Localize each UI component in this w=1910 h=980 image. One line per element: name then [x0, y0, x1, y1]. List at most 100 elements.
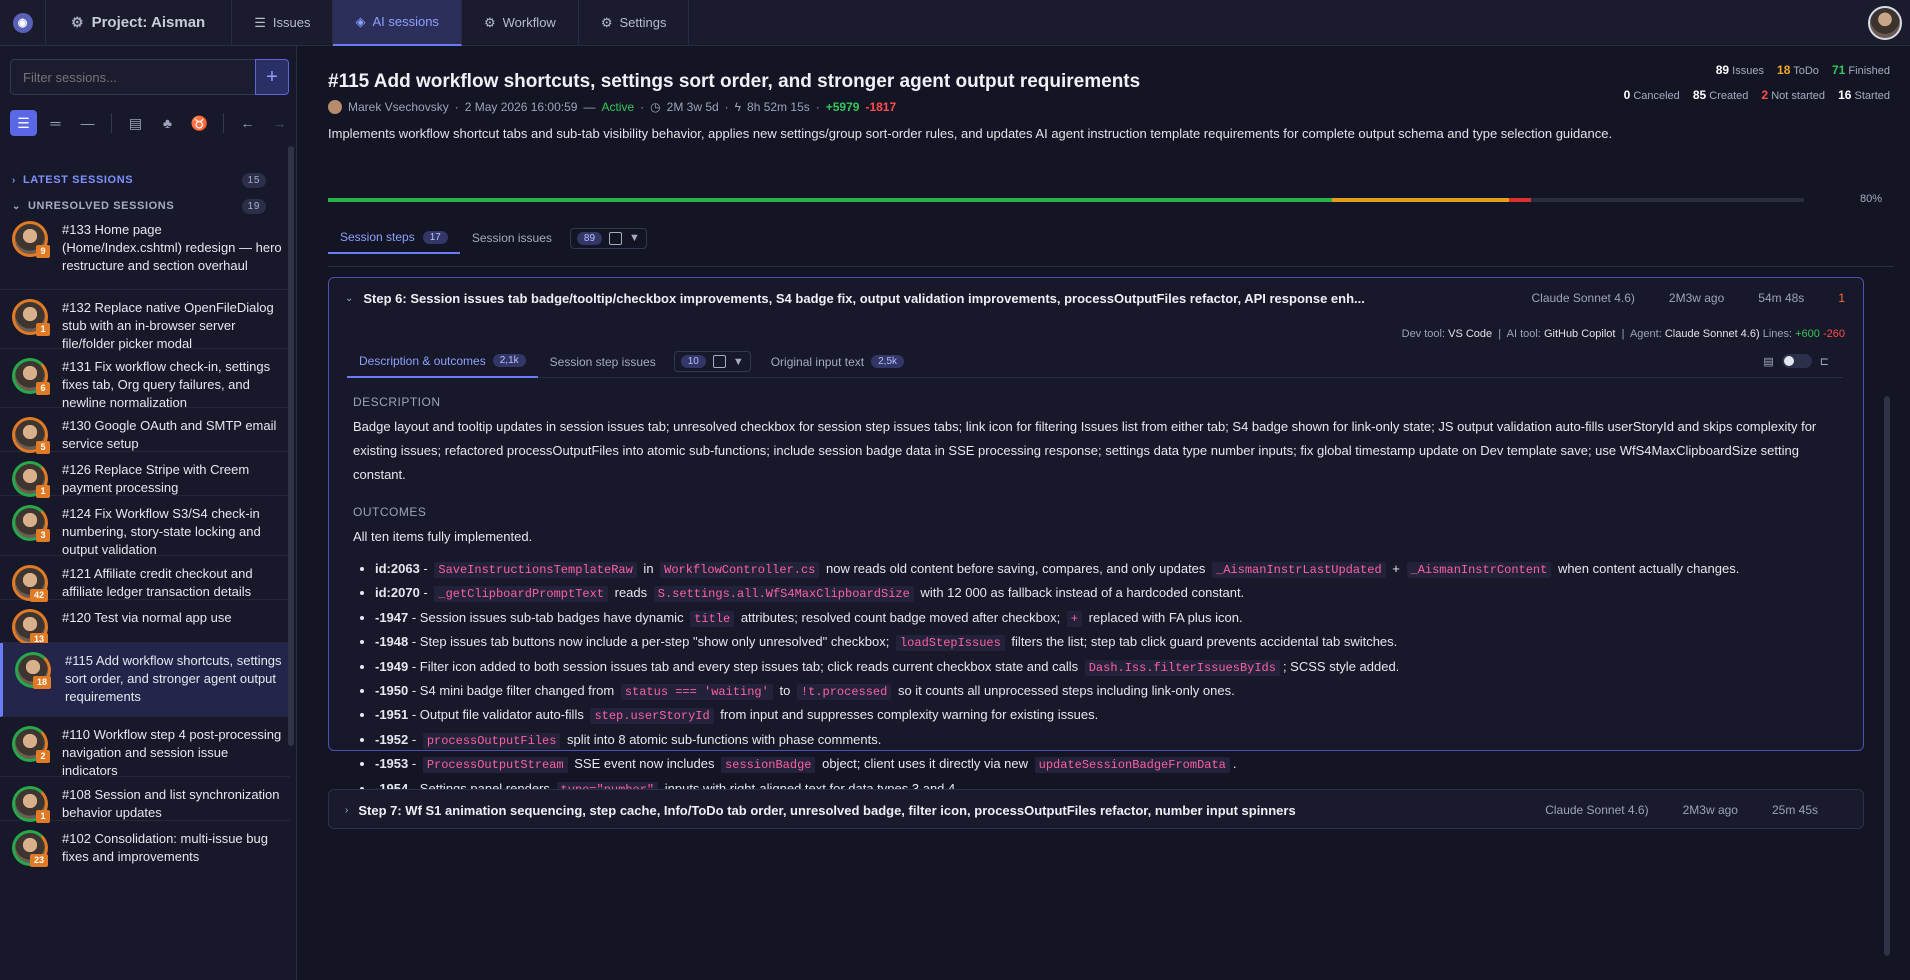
unresolved-checkbox[interactable]	[609, 231, 623, 245]
tab-count: 17	[422, 230, 448, 244]
outcome-text: replaced with FA plus icon.	[1085, 609, 1243, 625]
archive-icon[interactable]: ▤	[122, 110, 149, 136]
tab-ai-sessions[interactable]: ◈ AI sessions	[333, 0, 462, 46]
tab-label: Session steps	[340, 230, 415, 244]
chevron-right-icon: ›	[345, 804, 349, 816]
code-ref: updateSessionBadgeFromData	[1034, 757, 1230, 774]
arrow-left-icon[interactable]: ←	[234, 110, 261, 136]
tab-count: 10	[680, 355, 706, 368]
outcome-text: - S4 mini badge filter changed from	[408, 683, 618, 699]
session-item[interactable]: 13 #120 Test via normal app use	[0, 600, 290, 646]
outcome-text: now reads old content before saving, com…	[822, 561, 1210, 576]
outcome-id: id:2070	[375, 585, 420, 601]
sidebar-scrollbar[interactable]	[288, 146, 294, 746]
session-item[interactable]: 1 #132 Replace native OpenFileDialog stub…	[0, 290, 290, 351]
compact-view-icon[interactable]: ═	[42, 110, 69, 136]
list-view-icon[interactable]: ☰	[10, 110, 37, 136]
outcome-text: from input and suppresses complexity war…	[716, 707, 1099, 723]
progress-not-started	[1508, 198, 1531, 202]
outcome-text: - Session issues sub-tab badges have dyn…	[408, 609, 688, 625]
session-item[interactable]: 3 #124 Fix Workflow S3/S4 check-in number…	[0, 496, 290, 557]
session-item[interactable]: 2 #110 Workflow step 4 post-processing na…	[0, 717, 290, 778]
tab-count: 89	[576, 231, 603, 245]
project-selector[interactable]: ⚙ Project: Aisman	[46, 0, 233, 46]
tab-count: 2,5k	[871, 355, 905, 368]
section-count: 15	[241, 172, 266, 188]
outcome-text: - Step issues tab buttons now include a …	[408, 634, 893, 650]
app-logo[interactable]: ◉	[0, 0, 46, 46]
filter-icon[interactable]: ▼	[733, 356, 744, 368]
unresolved-checkbox[interactable]	[712, 355, 726, 368]
meta-separator: ·	[724, 100, 729, 114]
tab-session-steps[interactable]: Session steps 17	[328, 222, 460, 254]
code-ref: _getClipboardPromptText	[434, 586, 609, 603]
step-header[interactable]: ⌄ Step 6: Session issues tab badge/toolt…	[329, 278, 1863, 318]
stat-value: 0	[1623, 88, 1631, 102]
page-title: #115 Add workflow shortcuts, settings so…	[328, 71, 1141, 92]
session-title: #110 Workflow step 4 post-processing nav…	[62, 727, 282, 778]
tab-label: Original input text	[770, 354, 865, 369]
tab-issues[interactable]: ☰ Issues	[232, 0, 334, 46]
outcome-text: when content actually changes.	[1554, 561, 1740, 576]
issue-count-badge: 3	[36, 529, 50, 542]
code-ref: sessionBadge	[721, 757, 816, 774]
users-icon[interactable]: ♣	[154, 110, 181, 136]
session-item[interactable]: 9 #133 Home page (Home/Index.cshtml) rede…	[0, 212, 290, 290]
outcome-item: -1952 - processOutputFiles split into 8 …	[375, 728, 1843, 753]
session-title: #131 Fix workflow check-in, settings fix…	[62, 359, 271, 410]
filter-sessions-input[interactable]	[10, 59, 256, 95]
dev-tools-row: Dev tool: VS Code | AI tool: GitHub Copi…	[1401, 328, 1845, 340]
tab-settings[interactable]: ⚙ Settings	[579, 0, 690, 46]
session-item[interactable]: 23 #102 Consolidation: multi-issue bug fi…	[0, 821, 290, 867]
stat-value: 2	[1761, 88, 1769, 102]
toggle-switch[interactable]	[1781, 354, 1812, 368]
stat-value: 85	[1692, 88, 1707, 102]
tab-session-issues[interactable]: Session issues	[460, 222, 564, 254]
arrow-right-icon[interactable]: →	[266, 110, 293, 136]
filter-icon[interactable]: ▼	[629, 232, 640, 244]
outcome-id: -1949	[375, 658, 409, 674]
session-item-selected[interactable]: 18 #115 Add workflow shortcuts, settings …	[0, 643, 290, 717]
issue-count-badge: 23	[30, 854, 48, 867]
author-avatar	[328, 100, 342, 114]
tab-label: Description & outcomes	[359, 353, 486, 368]
session-item[interactable]: 1 #126 Replace Stripe with Creem payment …	[0, 452, 290, 498]
add-session-button[interactable]: +	[255, 59, 289, 95]
gear-icon: ⚙	[600, 14, 613, 30]
tab-workflow[interactable]: ⚙ Workflow	[462, 0, 579, 46]
step-inner-tabs: Description & outcomes 2,1k Session step …	[347, 346, 1843, 378]
issue-count-badge: 1	[36, 323, 50, 336]
main-scrollbar[interactable]	[1884, 396, 1890, 956]
robot-icon[interactable]: ♉	[186, 110, 213, 136]
collapse-icon[interactable]: —	[74, 110, 101, 136]
issues-filter-group: 89 ▼	[569, 227, 647, 249]
outcome-item: id:2070 - _getClipboardPromptText reads …	[375, 581, 1843, 606]
user-avatar[interactable]	[1868, 6, 1902, 40]
outcome-text: with 12 000 as fallback instead of a har…	[916, 585, 1245, 601]
session-title: #133 Home page (Home/Index.cshtml) redes…	[62, 222, 282, 273]
outcome-text: attributes; resolved count badge moved a…	[737, 609, 1064, 625]
view-toggle[interactable]: ▤ ⊏	[1763, 354, 1829, 368]
session-item[interactable]: 6 #131 Fix workflow check-in, settings fi…	[0, 349, 290, 410]
author-name[interactable]: Marek Vsechovsky	[348, 100, 449, 114]
stat-label: Finished	[1848, 65, 1890, 77]
progress-todo	[1331, 198, 1509, 202]
layers-icon: ◈	[355, 13, 366, 29]
tab-original-input[interactable]: Original input text 2,5k	[759, 346, 916, 378]
code-ref: _AismanInstrLastUpdated	[1212, 562, 1386, 578]
project-label: Project: Aisman	[91, 14, 206, 31]
issue-count-badge: 9	[36, 245, 50, 258]
agent: Claude Sonnet 4.6)	[1664, 328, 1760, 340]
issue-count-badge: 6	[36, 382, 50, 395]
progress-percent: 80%	[1859, 193, 1882, 205]
session-item[interactable]: 5 #130 Google OAuth and SMTP email servic…	[0, 408, 290, 454]
code-ref: title	[690, 610, 735, 627]
step-header[interactable]: › Step 7: Wf S1 animation sequencing, st…	[329, 790, 1863, 830]
step-title: Step 6: Session issues tab badge/tooltip…	[363, 290, 1365, 306]
tab-description-outcomes[interactable]: Description & outcomes 2,1k	[347, 346, 538, 378]
session-item[interactable]: 1 #108 Session and list synchronization b…	[0, 777, 290, 823]
session-item[interactable]: 42 #121 Affiliate credit checkout and aff…	[0, 556, 290, 602]
outcome-text: so it counts all unprocessed steps inclu…	[894, 683, 1235, 699]
sidebar-toolbar: ☰ ═ — ▤ ♣ ♉ ← →	[10, 108, 298, 138]
tab-step-issues[interactable]: Session step issues	[538, 346, 668, 378]
